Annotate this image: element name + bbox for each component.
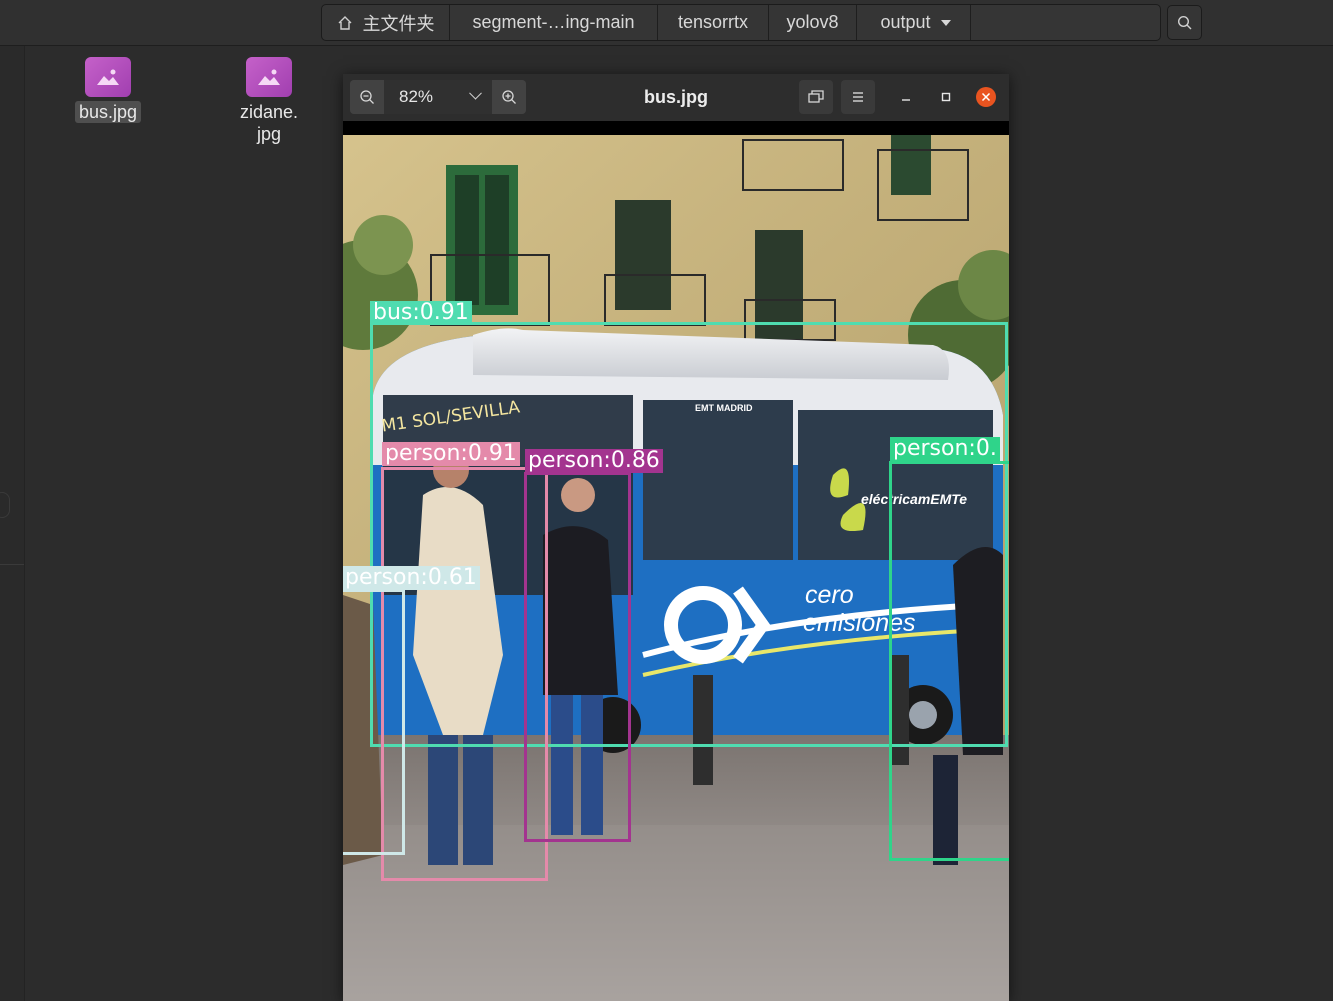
maximize-button[interactable] <box>936 87 956 107</box>
breadcrumb-segment[interactable]: segment-…ing-main <box>450 5 658 40</box>
file-name: bus.jpg <box>74 101 142 123</box>
chevron-down-icon <box>469 86 482 100</box>
zoom-in-icon <box>502 90 516 104</box>
breadcrumb-home-label: 主文件夹 <box>362 13 435 34</box>
file-item-bus[interactable]: bus.jpg <box>63 57 153 123</box>
search-icon <box>1177 15 1191 29</box>
breadcrumb-label: segment-…ing-main <box>472 12 635 32</box>
detection-label-person-3: person:0. <box>890 437 1000 461</box>
detection-label-person-2: person:0.86 <box>525 449 663 473</box>
detection-label-person-4: person:0.61 <box>343 566 480 590</box>
path-bar-empty <box>971 5 1160 40</box>
sidebar-divider <box>0 564 24 565</box>
search-button[interactable] <box>1167 5 1202 40</box>
minimize-icon <box>902 99 910 101</box>
detection-box-person-1 <box>381 467 548 881</box>
detection-label-bus: bus:0.91 <box>370 301 472 325</box>
image-file-icon <box>85 57 131 97</box>
breadcrumb-yolov8[interactable]: yolov8 <box>769 5 857 40</box>
sidebar-edge <box>0 46 25 1001</box>
breadcrumb-output[interactable]: output <box>857 5 971 40</box>
file-item-zidane[interactable]: zidane. jpg <box>224 57 314 145</box>
detection-box-person-2 <box>524 472 631 842</box>
menu-button[interactable] <box>841 80 875 114</box>
chevron-down-icon[interactable] <box>940 19 951 26</box>
close-icon <box>981 92 991 102</box>
detection-box-person-3 <box>889 461 1009 861</box>
zoom-out-button[interactable] <box>350 80 384 114</box>
zoom-level: 82% <box>399 87 434 106</box>
close-button[interactable] <box>976 87 996 107</box>
breadcrumb-label: output <box>880 12 931 32</box>
gallery-icon <box>808 90 824 103</box>
zoom-in-button[interactable] <box>492 80 526 114</box>
file-name-line2: jpg <box>256 124 282 144</box>
displayed-image: M1 SOL/SEVILLA EMT MADRID eléctricamEMTe… <box>343 135 1009 1001</box>
home-icon <box>338 15 351 30</box>
detection-label-person-1: person:0.91 <box>382 442 520 466</box>
file-name-line1: zidane. <box>239 102 299 122</box>
zoom-out-icon <box>360 90 374 104</box>
zoom-level-dropdown[interactable]: 82% <box>384 80 492 114</box>
breadcrumb-home[interactable]: 主文件夹 <box>322 5 450 40</box>
path-bar: 主文件夹 segment-…ing-main tensorrtx yolov8 … <box>321 4 1161 41</box>
zoom-control: 82% <box>350 80 526 114</box>
sidebar-handle[interactable] <box>0 492 10 518</box>
maximize-icon <box>941 92 951 102</box>
detection-box-person-4 <box>343 589 405 855</box>
viewer-headerbar: 82% bus.jpg <box>343 74 1009 121</box>
hamburger-menu-icon <box>853 92 863 102</box>
gallery-button[interactable] <box>799 80 833 114</box>
image-file-icon <box>246 57 292 97</box>
breadcrumb-label: yolov8 <box>786 12 839 32</box>
breadcrumb-tensorrtx[interactable]: tensorrtx <box>658 5 769 40</box>
image-viewer-window: 82% bus.jpg M1 SOL/SEVILLA EMT MADRID el… <box>343 74 1009 1001</box>
file-manager-header: 主文件夹 segment-…ing-main tensorrtx yolov8 … <box>0 0 1333 46</box>
breadcrumb-label: tensorrtx <box>677 12 749 32</box>
minimize-button[interactable] <box>896 87 916 107</box>
